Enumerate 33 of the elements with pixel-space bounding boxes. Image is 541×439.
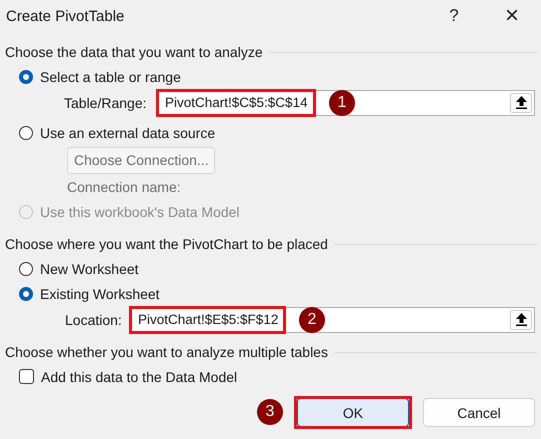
collapse-button[interactable]: [510, 310, 532, 330]
section-heading: Choose where you want the PivotChart to be placed: [5, 236, 328, 252]
radio-label: Existing Worksheet: [40, 286, 160, 302]
close-button[interactable]: ×: [483, 0, 541, 32]
field-label: Location:: [65, 312, 123, 328]
radio-button[interactable]: [19, 286, 33, 300]
window-title: Create PivotTable: [6, 8, 124, 24]
location-field[interactable]: PivotChart!$E$5:$F$12 2: [130, 306, 535, 332]
range-field[interactable]: PivotChart!$C$5:$C$14 1: [157, 90, 535, 116]
radio-button[interactable]: [19, 70, 33, 84]
radio-button[interactable]: [19, 262, 33, 276]
step-badge: 1: [329, 90, 355, 116]
radio-label: New Worksheet: [40, 260, 139, 276]
field-value: PivotChart!$E$5:$F$12: [138, 312, 278, 327]
radio-label: Use an external data source: [40, 124, 216, 140]
section-heading: Choose whether you want to analyze multiple tables: [5, 344, 328, 360]
help-button[interactable]: ?: [425, 0, 483, 32]
checkbox[interactable]: [19, 369, 34, 384]
radio-label: Use this workbook's Data Model: [40, 204, 240, 220]
upload-icon: [516, 96, 526, 109]
cancel-button[interactable]: Cancel: [423, 398, 535, 427]
checkbox-label: Add this data to the Data Model: [41, 368, 238, 384]
radio-button[interactable]: [19, 126, 33, 140]
field-value: PivotChart!$C$5:$C$14: [165, 95, 308, 110]
field-label: Table/Range:: [64, 94, 148, 110]
step-badge: 3: [257, 399, 283, 425]
section-heading: Choose the data that you want to analyze: [5, 44, 263, 60]
step-badge: 2: [299, 306, 325, 332]
ok-button[interactable]: OK: [297, 398, 409, 427]
collapse-button[interactable]: [510, 92, 532, 112]
upload-icon: [516, 313, 526, 326]
connection-name-label: Connection name:: [67, 179, 181, 195]
radio-label: Select a table or range: [40, 68, 181, 84]
